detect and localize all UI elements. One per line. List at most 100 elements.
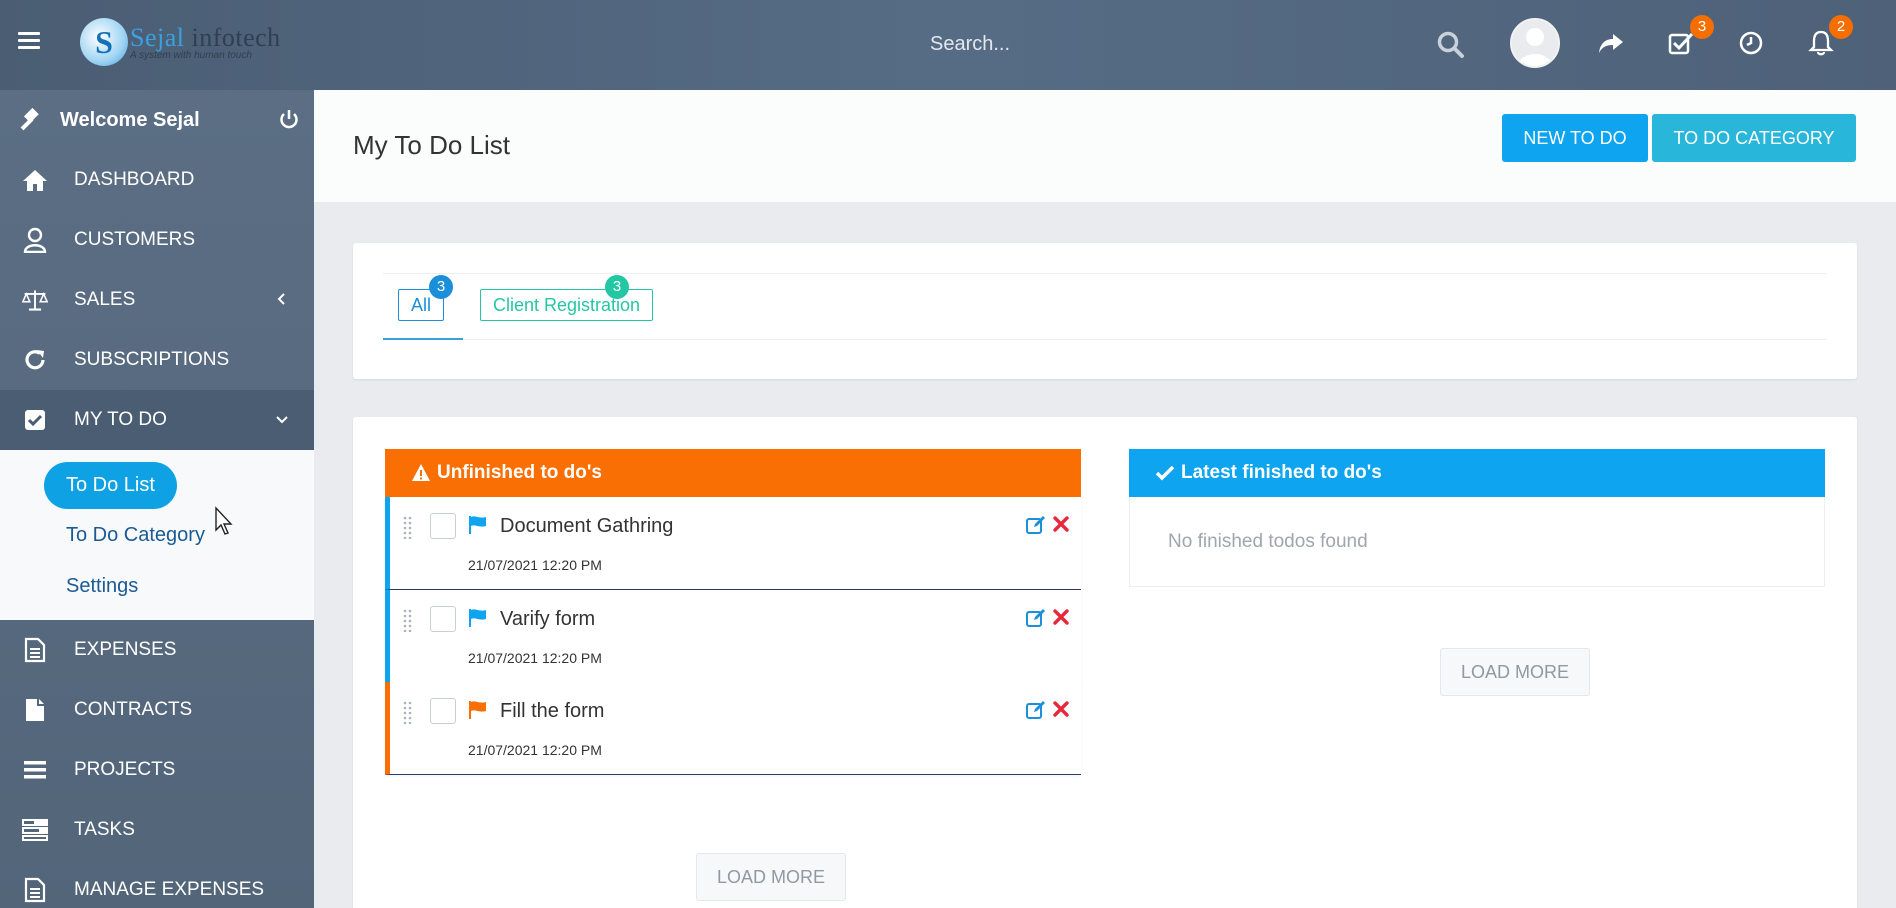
search-input[interactable] — [930, 22, 1470, 66]
flag-icon — [469, 701, 486, 719]
filter-tab-label: All — [411, 295, 432, 315]
company-logo[interactable]: S Sejal infotech A system with human tou… — [80, 14, 281, 70]
drag-handle-icon[interactable] — [402, 515, 414, 539]
delete-icon[interactable] — [1053, 609, 1069, 625]
tasks-badge: 3 — [1690, 15, 1714, 39]
todo-date: 21/07/2021 12:20 PM — [468, 650, 602, 666]
todo-date: 21/07/2021 12:20 PM — [468, 557, 602, 573]
bars-icon — [24, 761, 46, 779]
file-text-icon — [24, 877, 46, 903]
finished-panel-header: Latest finished to do's — [1129, 449, 1825, 497]
todo-date: 21/07/2021 12:20 PM — [468, 742, 602, 758]
sidebar-item-expenses[interactable]: EXPENSES — [0, 620, 314, 680]
chevron-down-icon — [276, 416, 288, 424]
todo-checkbox[interactable] — [430, 698, 456, 724]
delete-icon[interactable] — [1053, 516, 1069, 532]
sidebar-item-customers[interactable]: CUSTOMERS — [0, 210, 314, 270]
new-todo-button[interactable]: NEW TO DO — [1502, 114, 1648, 162]
gavel-icon — [20, 107, 39, 131]
page-title: My To Do List — [353, 130, 511, 160]
user-avatar[interactable] — [1510, 18, 1560, 68]
filter-count-badge: 3 — [605, 275, 629, 299]
welcome-text: Welcome Sejal — [60, 108, 200, 131]
check-square-icon — [25, 410, 45, 430]
hamburger-menu-icon[interactable] — [18, 32, 40, 50]
todo-category-button[interactable]: TO DO CATEGORY — [1652, 114, 1856, 162]
filter-tab-client-registration[interactable]: Client Registration — [480, 289, 654, 321]
edit-icon[interactable] — [1026, 700, 1046, 720]
active-filter-indicator — [383, 338, 463, 340]
divider — [383, 339, 1827, 340]
filter-card: All 3 Client Registration 3 — [353, 243, 1857, 379]
load-more-finished-button[interactable]: LOAD MORE — [1440, 648, 1590, 696]
sidebar-item-label: TASKS — [74, 819, 135, 840]
submenu-item-settings[interactable]: Settings — [0, 560, 314, 612]
user-silhouette-icon — [1512, 20, 1558, 66]
sidebar-item-sales[interactable]: SALES — [0, 270, 314, 330]
logo-mark: S — [80, 18, 128, 66]
drag-handle-icon[interactable] — [402, 700, 414, 724]
sidebar-item-label: SALES — [74, 289, 136, 310]
share-icon[interactable] — [1596, 28, 1626, 58]
home-icon — [23, 170, 47, 191]
flag-icon — [469, 516, 486, 534]
todo-name: Fill the form — [500, 700, 605, 722]
notifications-badge: 2 — [1829, 15, 1853, 39]
delete-icon[interactable] — [1053, 701, 1069, 717]
check-icon — [1155, 465, 1175, 481]
power-icon[interactable] — [278, 108, 300, 130]
sidebar-item-label: CUSTOMERS — [74, 229, 196, 250]
logo-name-second: infotech — [184, 23, 281, 52]
tasks-icon — [22, 819, 48, 841]
logo-name-first: Sejal — [130, 23, 185, 52]
sidebar-item-contracts[interactable]: CONTRACTS — [0, 680, 314, 740]
sidebar-item-label: PROJECTS — [74, 759, 176, 780]
sidebar-item-manage-expenses[interactable]: MANAGE EXPENSES — [0, 860, 314, 908]
todo-name: Document Gathring — [500, 515, 674, 537]
todo-item[interactable]: Fill the form 21/07/2021 12:20 PM — [385, 682, 1081, 775]
welcome-row: Welcome Sejal — [0, 90, 314, 150]
submenu-item-todo-list[interactable]: To Do List — [0, 460, 314, 510]
todo-item[interactable]: Varify form 21/07/2021 12:20 PM — [385, 590, 1081, 683]
user-icon — [23, 227, 47, 253]
sidebar-item-label: CONTRACTS — [74, 699, 193, 720]
refresh-icon — [25, 350, 45, 370]
sidebar-item-label: MANAGE EXPENSES — [74, 879, 265, 900]
chevron-left-icon — [277, 293, 285, 305]
todo-item[interactable]: Document Gathring 21/07/2021 12:20 PM — [385, 497, 1081, 590]
edit-icon[interactable] — [1026, 515, 1046, 535]
drag-handle-icon[interactable] — [402, 608, 414, 632]
empty-state-message: No finished todos found — [1168, 531, 1368, 552]
submenu-item-todo-category[interactable]: To Do Category — [0, 510, 314, 560]
search-icon[interactable] — [1436, 30, 1466, 60]
todo-checkbox[interactable] — [430, 606, 456, 632]
balance-scale-icon — [22, 290, 48, 311]
sidebar-item-label: EXPENSES — [74, 639, 177, 660]
filter-count-badge: 3 — [429, 275, 453, 299]
sidebar-item-label: DASHBOARD — [74, 169, 195, 190]
edit-icon[interactable] — [1026, 608, 1046, 628]
finished-panel-body: No finished todos found — [1129, 497, 1825, 587]
todo-checkbox[interactable] — [430, 513, 456, 539]
sidebar-item-subscriptions[interactable]: SUBSCRIPTIONS — [0, 330, 314, 390]
sidebar-item-label: SUBSCRIPTIONS — [74, 349, 230, 370]
mouse-cursor-icon — [215, 506, 233, 535]
unfinished-title: Unfinished to do's — [437, 462, 602, 483]
file-icon — [26, 699, 44, 721]
top-navbar: S Sejal infotech A system with human tou… — [0, 0, 1896, 90]
todo-name: Varify form — [500, 608, 596, 630]
flag-icon — [469, 609, 486, 627]
sidebar-item-dashboard[interactable]: DASHBOARD — [0, 150, 314, 210]
sidebar-item-tasks[interactable]: TASKS — [0, 800, 314, 860]
load-more-unfinished-button[interactable]: LOAD MORE — [696, 853, 846, 901]
file-text-icon — [24, 637, 46, 663]
sidebar-item-my-todo[interactable]: MY TO DO — [0, 390, 314, 450]
divider — [383, 273, 1827, 274]
submenu-active-pill[interactable]: To Do List — [44, 461, 177, 509]
sidebar-item-projects[interactable]: PROJECTS — [0, 740, 314, 800]
clock-icon[interactable] — [1736, 28, 1766, 58]
unfinished-panel-header: Unfinished to do's — [385, 449, 1081, 497]
sidebar: Welcome Sejal DASHBOARD CUSTOMERS SALES … — [0, 90, 314, 908]
finished-title: Latest finished to do's — [1181, 462, 1382, 483]
my-todo-submenu: To Do List To Do Category Settings — [0, 450, 314, 620]
